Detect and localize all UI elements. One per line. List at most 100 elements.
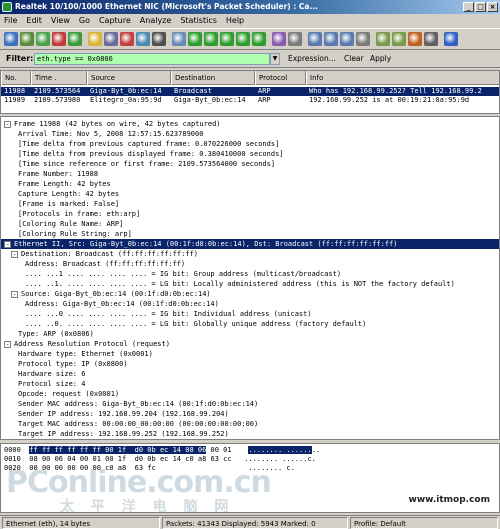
menu-capture[interactable]: Capture [99,14,131,28]
restart-capture-icon[interactable] [68,32,82,46]
detail-line[interactable]: - Destination: Broadcast (ff:ff:ff:ff:ff:… [1,249,499,259]
detail-line[interactable]: - Frame 11988 (42 bytes on wire, 42 bytes… [1,119,499,129]
hex-ascii: .. [311,446,321,454]
detail-line[interactable]: Target MAC address: 00:00:00_00:00:00 (0… [1,419,499,429]
print-icon[interactable] [152,32,166,46]
packet-list[interactable]: No. Time . Source Destination Protocol I… [0,70,500,114]
status-profile[interactable]: Profile: Default [350,517,498,529]
expression-button[interactable]: Expression... [288,54,336,63]
menu-go[interactable]: Go [79,14,90,28]
first-packet-icon[interactable] [236,32,250,46]
capture-options-icon[interactable] [20,32,34,46]
stop-capture-icon[interactable] [52,32,66,46]
detail-line[interactable]: [Frame is marked: False] [1,199,499,209]
col-source-header[interactable]: Source [87,71,171,85]
collapse-toggle-icon[interactable]: - [4,121,11,128]
detail-line[interactable]: Arrival Time: Nov 5, 2008 12:57:15.62378… [1,129,499,139]
list-interfaces-icon[interactable] [4,32,18,46]
packet-details-tree[interactable]: - Frame 11988 (42 bytes on wire, 42 bytes… [0,116,500,440]
back-icon[interactable] [188,32,202,46]
detail-line[interactable]: [Coloring Rule Name: ARP] [1,219,499,229]
detail-line[interactable]: Sender MAC address: Giga-Byt_0b:ec:14 (0… [1,399,499,409]
detail-line[interactable]: Hardware size: 6 [1,369,499,379]
packet-row[interactable]: 11988 2109.573564 Giga-Byt_0b:ec:14 Broa… [1,87,499,96]
resize-columns-icon[interactable] [356,32,370,46]
detail-line[interactable]: Address: Broadcast (ff:ff:ff:ff:ff:ff) [1,259,499,269]
detail-line[interactable]: Target IP address: 192.168.99.252 (192.1… [1,429,499,439]
packet-source: Elitegro_0a:95:9d [90,96,162,104]
detail-line[interactable]: [Time delta from previous captured frame… [1,139,499,149]
zoom-in-icon[interactable] [308,32,322,46]
filter-bar: Filter: eth.type == 0x0806 ▼ Expression.… [0,51,500,68]
help-icon[interactable] [444,32,458,46]
apply-button[interactable]: Apply [370,54,391,63]
normal-size-icon[interactable] [340,32,354,46]
col-protocol-header[interactable]: Protocol [255,71,306,85]
col-info-header[interactable]: Info [306,71,499,85]
filter-dropdown-icon[interactable]: ▼ [270,53,280,65]
collapse-toggle-icon[interactable]: - [4,241,11,248]
detail-line[interactable]: [Time since reference or first frame: 21… [1,159,499,169]
detail-line[interactable]: .... ..0. .... .... .... .... = LG bit: … [1,319,499,329]
last-packet-icon[interactable] [252,32,266,46]
reload-icon[interactable] [136,32,150,46]
close-button[interactable]: × [487,2,498,12]
collapse-toggle-icon[interactable]: - [11,291,18,298]
open-icon[interactable] [88,32,102,46]
col-no-header[interactable]: No. [1,71,31,85]
coloring-rules-icon[interactable] [408,32,422,46]
detail-line[interactable]: Protocol size: 4 [1,379,499,389]
menu-help[interactable]: Help [226,14,244,28]
detail-line[interactable]: .... ...0 .... .... .... .... = IG bit: … [1,309,499,319]
col-destination-header[interactable]: Destination [171,71,255,85]
menu-edit[interactable]: Edit [26,14,42,28]
start-capture-icon[interactable] [36,32,50,46]
detail-line[interactable]: Capture Length: 42 bytes [1,189,499,199]
detail-line[interactable]: - Address Resolution Protocol (request) [1,339,499,349]
detail-line[interactable]: Protocol type: IP (0x0800) [1,359,499,369]
detail-line[interactable]: Frame Length: 42 bytes [1,179,499,189]
clear-button[interactable]: Clear [344,54,364,63]
detail-line[interactable]: .... ...1 .... .... .... .... = IG bit: … [1,269,499,279]
preferences-icon[interactable] [424,32,438,46]
menu-file[interactable]: File [4,14,17,28]
menu-analyze[interactable]: Analyze [140,14,172,28]
collapse-toggle-icon[interactable]: - [4,341,11,348]
detail-line[interactable]: .... ..1. .... .... .... .... = LG bit: … [1,279,499,289]
detail-line[interactable]: Sender IP address: 192.168.99.204 (192.1… [1,409,499,419]
detail-text: Arrival Time: Nov 5, 2008 12:57:15.62378… [18,130,204,138]
collapse-toggle-icon[interactable]: - [11,251,18,258]
maximize-button[interactable]: □ [475,2,486,12]
detail-text: Type: ARP (0x0806) [18,330,94,338]
close-file-icon[interactable] [120,32,134,46]
detail-line[interactable]: Frame Number: 11988 [1,169,499,179]
packet-time: 2109.573564 [34,87,81,95]
minimize-button[interactable]: _ [463,2,474,12]
detail-line[interactable]: Type: ARP (0x0806) [1,329,499,339]
display-filters-icon[interactable] [392,32,406,46]
detail-line[interactable]: Address: Giga-Byt_0b:ec:14 (00:1f:d0:0b:… [1,299,499,309]
detail-line[interactable]: Hardware type: Ethernet (0x0001) [1,349,499,359]
menu-statistics[interactable]: Statistics [180,14,217,28]
capture-filters-icon[interactable] [376,32,390,46]
find-icon[interactable] [172,32,186,46]
detail-line[interactable]: [Coloring Rule String: arp] [1,229,499,239]
save-icon[interactable] [104,32,118,46]
col-time-header[interactable]: Time . [31,71,87,85]
menu-view[interactable]: View [51,14,70,28]
hex-ascii: ........ ......c. [244,455,316,463]
forward-icon[interactable] [204,32,218,46]
autoscroll-icon[interactable] [288,32,302,46]
detail-line[interactable]: Opcode: request (0x0001) [1,389,499,399]
detail-line[interactable]: - Source: Giga-Byt_0b:ec:14 (00:1f:d0:0b:… [1,289,499,299]
detail-line[interactable]: [Protocols in frame: eth:arp] [1,209,499,219]
hex-row: 0010 08 00 06 04 00 01 00 1f d0 0b ec 14… [4,455,316,464]
zoom-out-icon[interactable] [324,32,338,46]
detail-line[interactable]: - Ethernet II, Src: Giga-Byt_0b:ec:14 (00… [1,239,499,249]
detail-line[interactable]: [Time delta from previous displayed fram… [1,149,499,159]
go-to-icon[interactable] [220,32,234,46]
filter-input[interactable]: eth.type == 0x0806 [34,53,270,65]
hex-bytes-highlighted: ff ff ff ff ff ff 00 1f d0 0b ec 14 08 0… [29,446,207,454]
packet-row[interactable]: 11989 2109.573980 Elitegro_0a:95:9d Giga… [1,96,499,105]
colorize-icon[interactable] [272,32,286,46]
